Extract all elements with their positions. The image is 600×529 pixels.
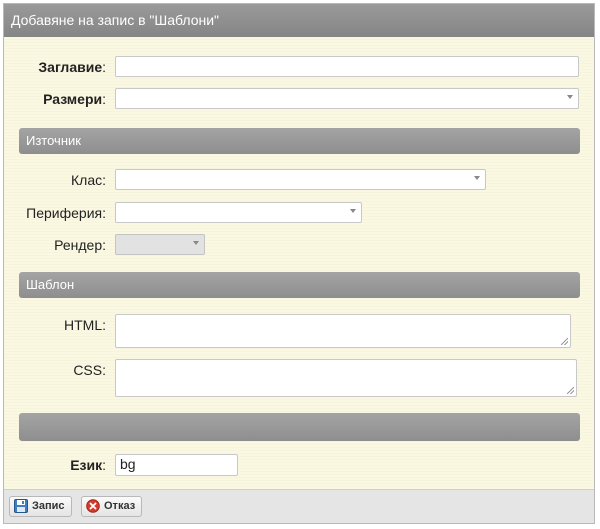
title-label-colon: : [102,59,106,75]
save-button-label: Запис [32,500,65,512]
html-row: HTML: [4,314,594,350]
html-textarea[interactable] [115,314,571,348]
language-label: Език: [70,454,106,476]
cancel-button-label: Отказ [104,500,136,512]
resize-handle-icon[interactable] [567,387,574,394]
chevron-down-icon [350,209,356,213]
language-label-text: Език [70,457,103,473]
dialog-window: Добавяне на запис в "Шаблони" Заглавие: … [3,3,595,524]
language-input[interactable]: bg [115,454,238,476]
chevron-down-icon [567,95,573,99]
class-row: Клас: [4,169,594,195]
sizes-label-text: Размери [43,91,103,107]
cancel-x-icon [86,499,100,513]
css-textarea[interactable] [115,359,577,397]
dialog-title: Добавяне на запис в "Шаблони" [4,4,594,37]
class-select[interactable] [115,169,486,190]
section-template: Шаблон [19,272,580,298]
language-label-colon: : [102,457,106,473]
html-label: HTML: [64,317,106,333]
save-button[interactable]: Запис [9,496,72,517]
title-row: Заглавие: [4,56,594,82]
title-label: Заглавие: [38,56,106,78]
class-label: Клас: [71,172,106,188]
floppy-disk-icon [14,499,28,513]
section-source: Източник [19,128,580,154]
render-select[interactable] [115,234,205,255]
sizes-label-colon: : [102,91,106,107]
render-row: Рендер: [4,234,594,260]
chevron-down-icon [474,176,480,180]
css-row: CSS: [4,359,594,399]
sizes-label: Размери: [43,88,106,110]
chevron-down-icon [193,241,199,245]
periphery-label: Периферия: [26,205,106,221]
render-label: Рендер: [54,237,106,253]
title-label-text: Заглавие [38,59,103,75]
css-label: CSS: [73,362,106,378]
periphery-select[interactable] [115,202,362,223]
dialog-footer: Запис Отказ [4,489,594,523]
resize-handle-icon[interactable] [561,338,568,345]
cancel-button[interactable]: Отказ [81,496,143,517]
periphery-row: Периферия: [4,202,594,228]
section-empty [19,413,580,441]
sizes-row: Размери: [4,88,594,114]
title-input[interactable] [115,56,579,77]
language-row: Език: bg [4,454,594,480]
sizes-select[interactable] [115,88,579,109]
